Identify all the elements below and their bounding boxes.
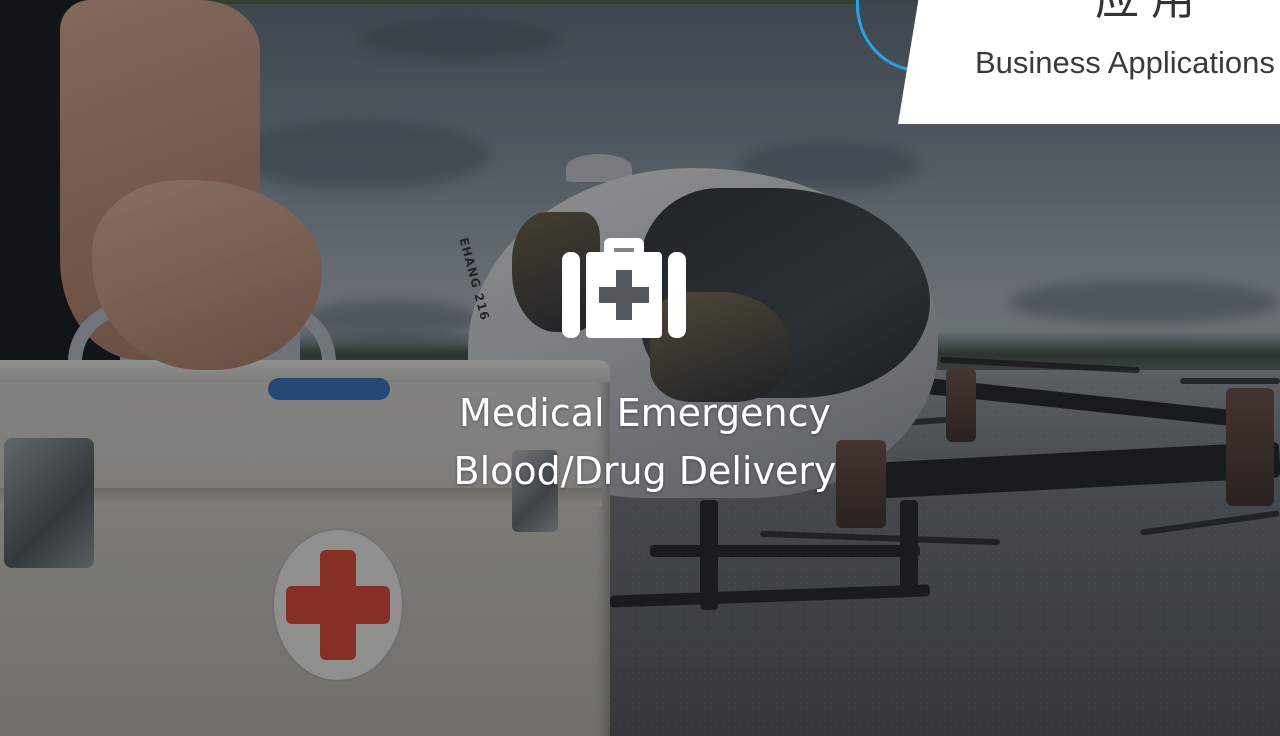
feature-subtitle: Blood/Drug Delivery [453,449,837,493]
feature-title: Medical Emergency [459,391,831,435]
section-title-zh: 应用 [1095,0,1207,22]
medical-kit-icon [562,238,686,338]
section-subtitle-en: Business Applications [975,45,1275,80]
